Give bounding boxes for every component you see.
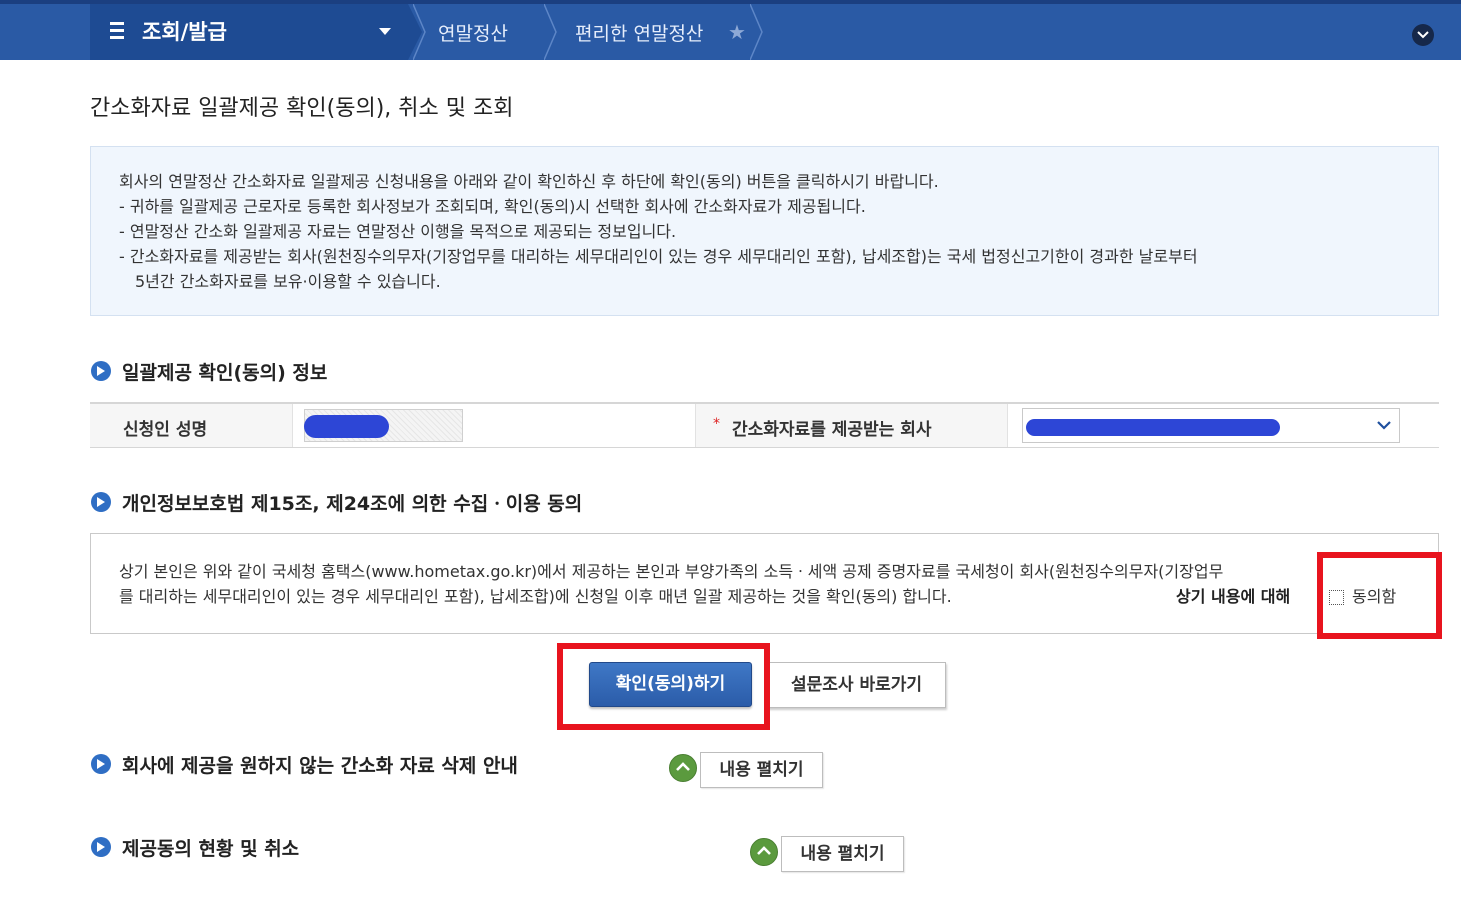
chevron-up-icon <box>757 846 771 855</box>
consent-text-line: 를 대리하는 세무대리인이 있는 경우 세무대리인 포함), 납세조합)에 신청… <box>119 587 952 606</box>
section-title-consent-status: 제공동의 현황 및 취소 <box>122 838 300 860</box>
expand-label[interactable]: 내용 펼치기 <box>700 752 823 788</box>
breadcrumb-year-end-settlement[interactable]: 연말정산 <box>438 19 508 46</box>
notice-box: 회사의 연말정산 간소화자료 일괄제공 신청내용을 아래와 같이 확인하신 후 … <box>90 146 1439 316</box>
main-menu-label[interactable]: 조회/발급 <box>142 16 227 46</box>
hamburger-menu-icon[interactable] <box>110 22 124 42</box>
notice-line: 회사의 연말정산 간소화자료 일괄제공 신청내용을 아래와 같이 확인하신 후 … <box>119 172 939 191</box>
required-mark: * <box>713 416 720 432</box>
expand-circle[interactable] <box>750 838 778 866</box>
expand-circle[interactable] <box>669 754 697 782</box>
notice-line: - 연말정산 간소화 일괄제공 자료는 연말정산 이행을 목적으로 제공되는 정… <box>119 222 677 241</box>
page-title: 간소화자료 일괄제공 확인(동의), 취소 및 조회 <box>90 96 514 121</box>
company-select[interactable] <box>1022 408 1400 443</box>
expand-label[interactable]: 내용 펼치기 <box>781 836 904 872</box>
notice-line: - 간소화자료를 제공받는 회사(원천징수의무자(기장업무를 대리하는 세무대리… <box>119 247 1198 266</box>
chevron-down-icon <box>1417 31 1429 39</box>
consent-info-row: 신청인 성명 * 간소화자료를 제공받는 회사 <box>90 402 1439 448</box>
arrow-right-circle-icon <box>91 837 111 857</box>
highlight-agree-checkbox <box>1317 552 1442 639</box>
consent-text-line: 상기 본인은 위와 같이 국세청 홈택스(www.hometax.go.kr)에… <box>119 562 1224 581</box>
survey-shortcut-button[interactable]: 설문조사 바로가기 <box>767 662 946 708</box>
notice-line: - 귀하를 일괄제공 근로자로 등록한 회사정보가 조회되며, 확인(동의)시 … <box>119 197 866 216</box>
section-title-consent-info: 일괄제공 확인(동의) 정보 <box>122 362 328 384</box>
breadcrumb-convenient-settlement[interactable]: 편리한 연말정산 <box>575 19 703 46</box>
applicant-name-label: 신청인 성명 <box>123 420 208 440</box>
caret-down-icon[interactable] <box>379 28 391 35</box>
breadcrumb-separator <box>413 4 426 60</box>
section-title-delete-guide: 회사에 제공을 원하지 않는 간소화 자료 삭제 안내 <box>122 755 518 777</box>
applicant-name-field <box>304 409 463 442</box>
chevron-up-icon <box>676 762 690 771</box>
top-nav-bar: 조회/발급 연말정산 편리한 연말정산 ★ <box>0 0 1461 60</box>
chevron-down-icon <box>1377 421 1391 430</box>
redacted-name <box>304 415 389 438</box>
company-label: 간소화자료를 제공받는 회사 <box>732 420 932 440</box>
company-label-cell: * 간소화자료를 제공받는 회사 <box>695 404 1008 447</box>
applicant-name-label-cell: 신청인 성명 <box>90 404 293 447</box>
collapse-toggle-button[interactable] <box>1412 24 1434 46</box>
breadcrumb-separator <box>544 4 557 60</box>
notice-line: 5년간 간소화자료를 보유·이용할 수 있습니다. <box>135 272 441 291</box>
arrow-right-circle-icon <box>91 361 111 381</box>
main-menu-dropdown[interactable] <box>90 4 408 60</box>
arrow-right-circle-icon <box>91 492 111 512</box>
redacted-company <box>1026 419 1280 436</box>
breadcrumb-separator <box>750 4 763 60</box>
agree-prefix-label: 상기 내용에 대해 <box>1176 587 1291 606</box>
favorite-star-icon[interactable]: ★ <box>728 20 746 44</box>
section-title-privacy-consent: 개인정보보호법 제15조, 제24조에 의한 수집ㆍ이용 동의 <box>122 493 583 515</box>
privacy-consent-box: 상기 본인은 위와 같이 국세청 홈택스(www.hometax.go.kr)에… <box>90 533 1439 634</box>
highlight-confirm-button <box>557 643 770 730</box>
arrow-right-circle-icon <box>91 754 111 774</box>
